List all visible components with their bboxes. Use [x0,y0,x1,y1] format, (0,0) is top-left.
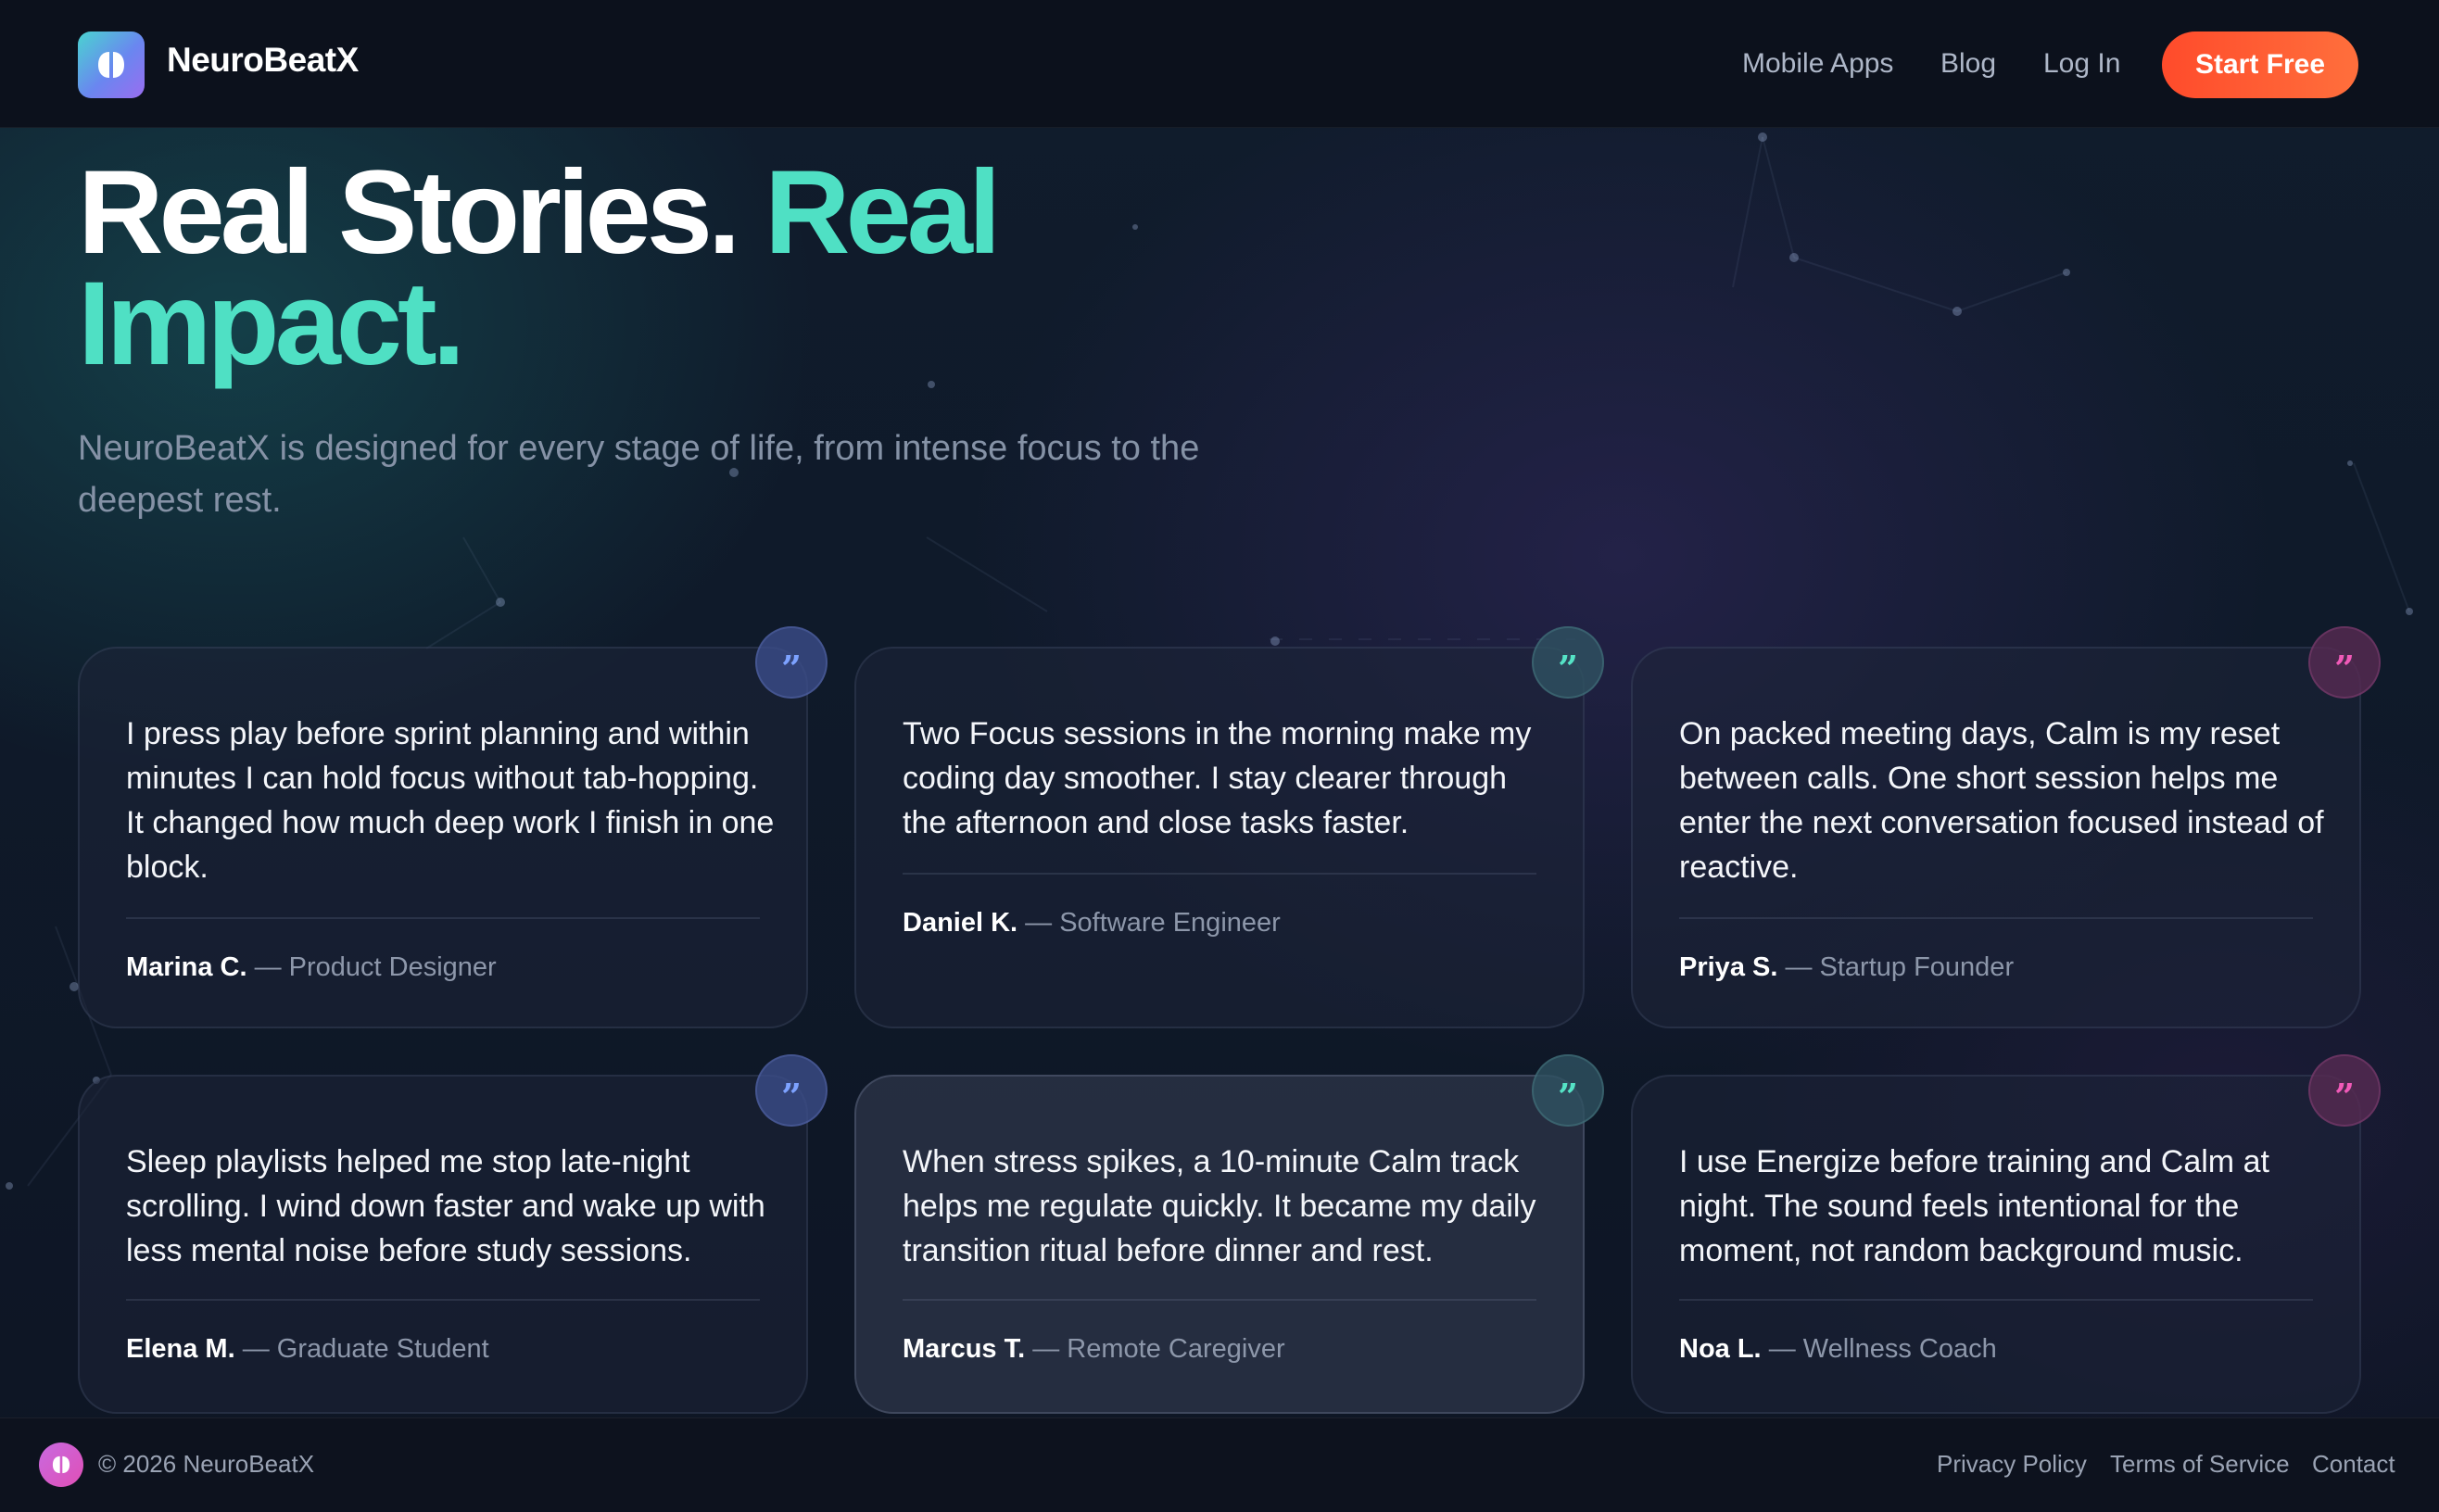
nav-link-mobile-apps[interactable]: Mobile Apps [1742,48,1893,80]
author-role: — Wellness Coach [1768,1334,1997,1364]
page-subtitle: NeuroBeatX is designed for every stage o… [78,429,1200,520]
quote-icon: ” [1532,626,1604,699]
copyright-text: © 2026 NeuroBeatX [98,1450,315,1478]
testimonial-quote: When stress spikes, a 10-minute Calm tra… [903,1144,1536,1268]
testimonial-quote: I use Energize before training and Calm … [1679,1144,2269,1268]
card-divider [126,917,760,919]
quote-icon: ” [755,1054,828,1127]
footer-link-contact[interactable]: Contact [2312,1450,2395,1479]
author-name: Noa L. [1679,1334,1762,1364]
author-name: Priya S. [1679,952,1778,982]
brand-name[interactable]: NeuroBeatX [167,41,359,80]
quote-icon: ” [755,626,828,699]
author-role: — Startup Founder [1785,952,2015,982]
nav-link-log-in[interactable]: Log In [2043,48,2120,80]
testimonial-author: Elena M. — Graduate Student [126,1334,489,1365]
title-part-accent: Real [765,146,1001,279]
testimonial-card: On packed meeting days, Calm is my reset… [1631,647,2361,1028]
testimonial-quote: I press play before sprint planning and … [126,716,775,885]
top-navbar: NeuroBeatX Mobile Apps Blog Log In Start… [0,0,2439,128]
author-role: — Remote Caregiver [1032,1334,1285,1364]
start-free-button[interactable]: Start Free [2162,32,2358,98]
footer-link-privacy-policy[interactable]: Privacy Policy [1937,1450,2087,1479]
testimonial-card: Two Focus sessions in the morning make m… [854,647,1585,1028]
quote-icon: ” [1532,1054,1604,1127]
testimonial-quote: On packed meeting days, Calm is my reset… [1679,716,2324,885]
testimonial-author: Noa L. — Wellness Coach [1679,1334,1997,1365]
author-name: Marcus T. [903,1334,1026,1364]
card-divider [903,873,1536,875]
card-divider [1679,917,2313,919]
card-divider [903,1299,1536,1301]
card-divider [1679,1299,2313,1301]
testimonial-card: I press play before sprint planning and … [78,647,808,1028]
testimonial-quote: Sleep playlists helped me stop late-nigh… [126,1144,765,1268]
author-role: — Graduate Student [242,1334,489,1364]
card-divider [126,1299,760,1301]
brain-logo-icon[interactable] [39,1443,83,1487]
author-name: Daniel K. [903,908,1018,938]
testimonial-author: Marcus T. — Remote Caregiver [903,1334,1285,1365]
footer: © 2026 NeuroBeatX Privacy Policy Terms o… [0,1418,2439,1512]
author-name: Marina C. [126,952,247,982]
testimonial-author: Daniel K. — Software Engineer [903,908,1281,939]
title-part-accent-line2: Impact. [78,258,465,390]
author-name: Elena M. [126,1334,235,1364]
testimonial-author: Marina C. — Product Designer [126,952,497,983]
testimonial-card: Sleep playlists helped me stop late-nigh… [78,1075,808,1414]
author-role: — Product Designer [254,952,497,982]
author-role: — Software Engineer [1025,908,1281,938]
testimonial-quote: Two Focus sessions in the morning make m… [903,716,1532,840]
nav-link-blog[interactable]: Blog [1940,48,1996,80]
testimonial-card: I use Energize before training and Calm … [1631,1075,2361,1414]
testimonial-author: Priya S. — Startup Founder [1679,952,2014,983]
quote-icon: ” [2308,1054,2381,1127]
brain-logo-icon[interactable] [78,32,145,98]
testimonial-card-highlighted: When stress spikes, a 10-minute Calm tra… [854,1075,1585,1414]
page: NeuroBeatX Mobile Apps Blog Log In Start… [0,0,2439,1512]
page-title: Real Stories. Real Impact. [78,154,1001,384]
quote-icon: ” [2308,626,2381,699]
footer-link-terms-of-service[interactable]: Terms of Service [2110,1450,2290,1479]
